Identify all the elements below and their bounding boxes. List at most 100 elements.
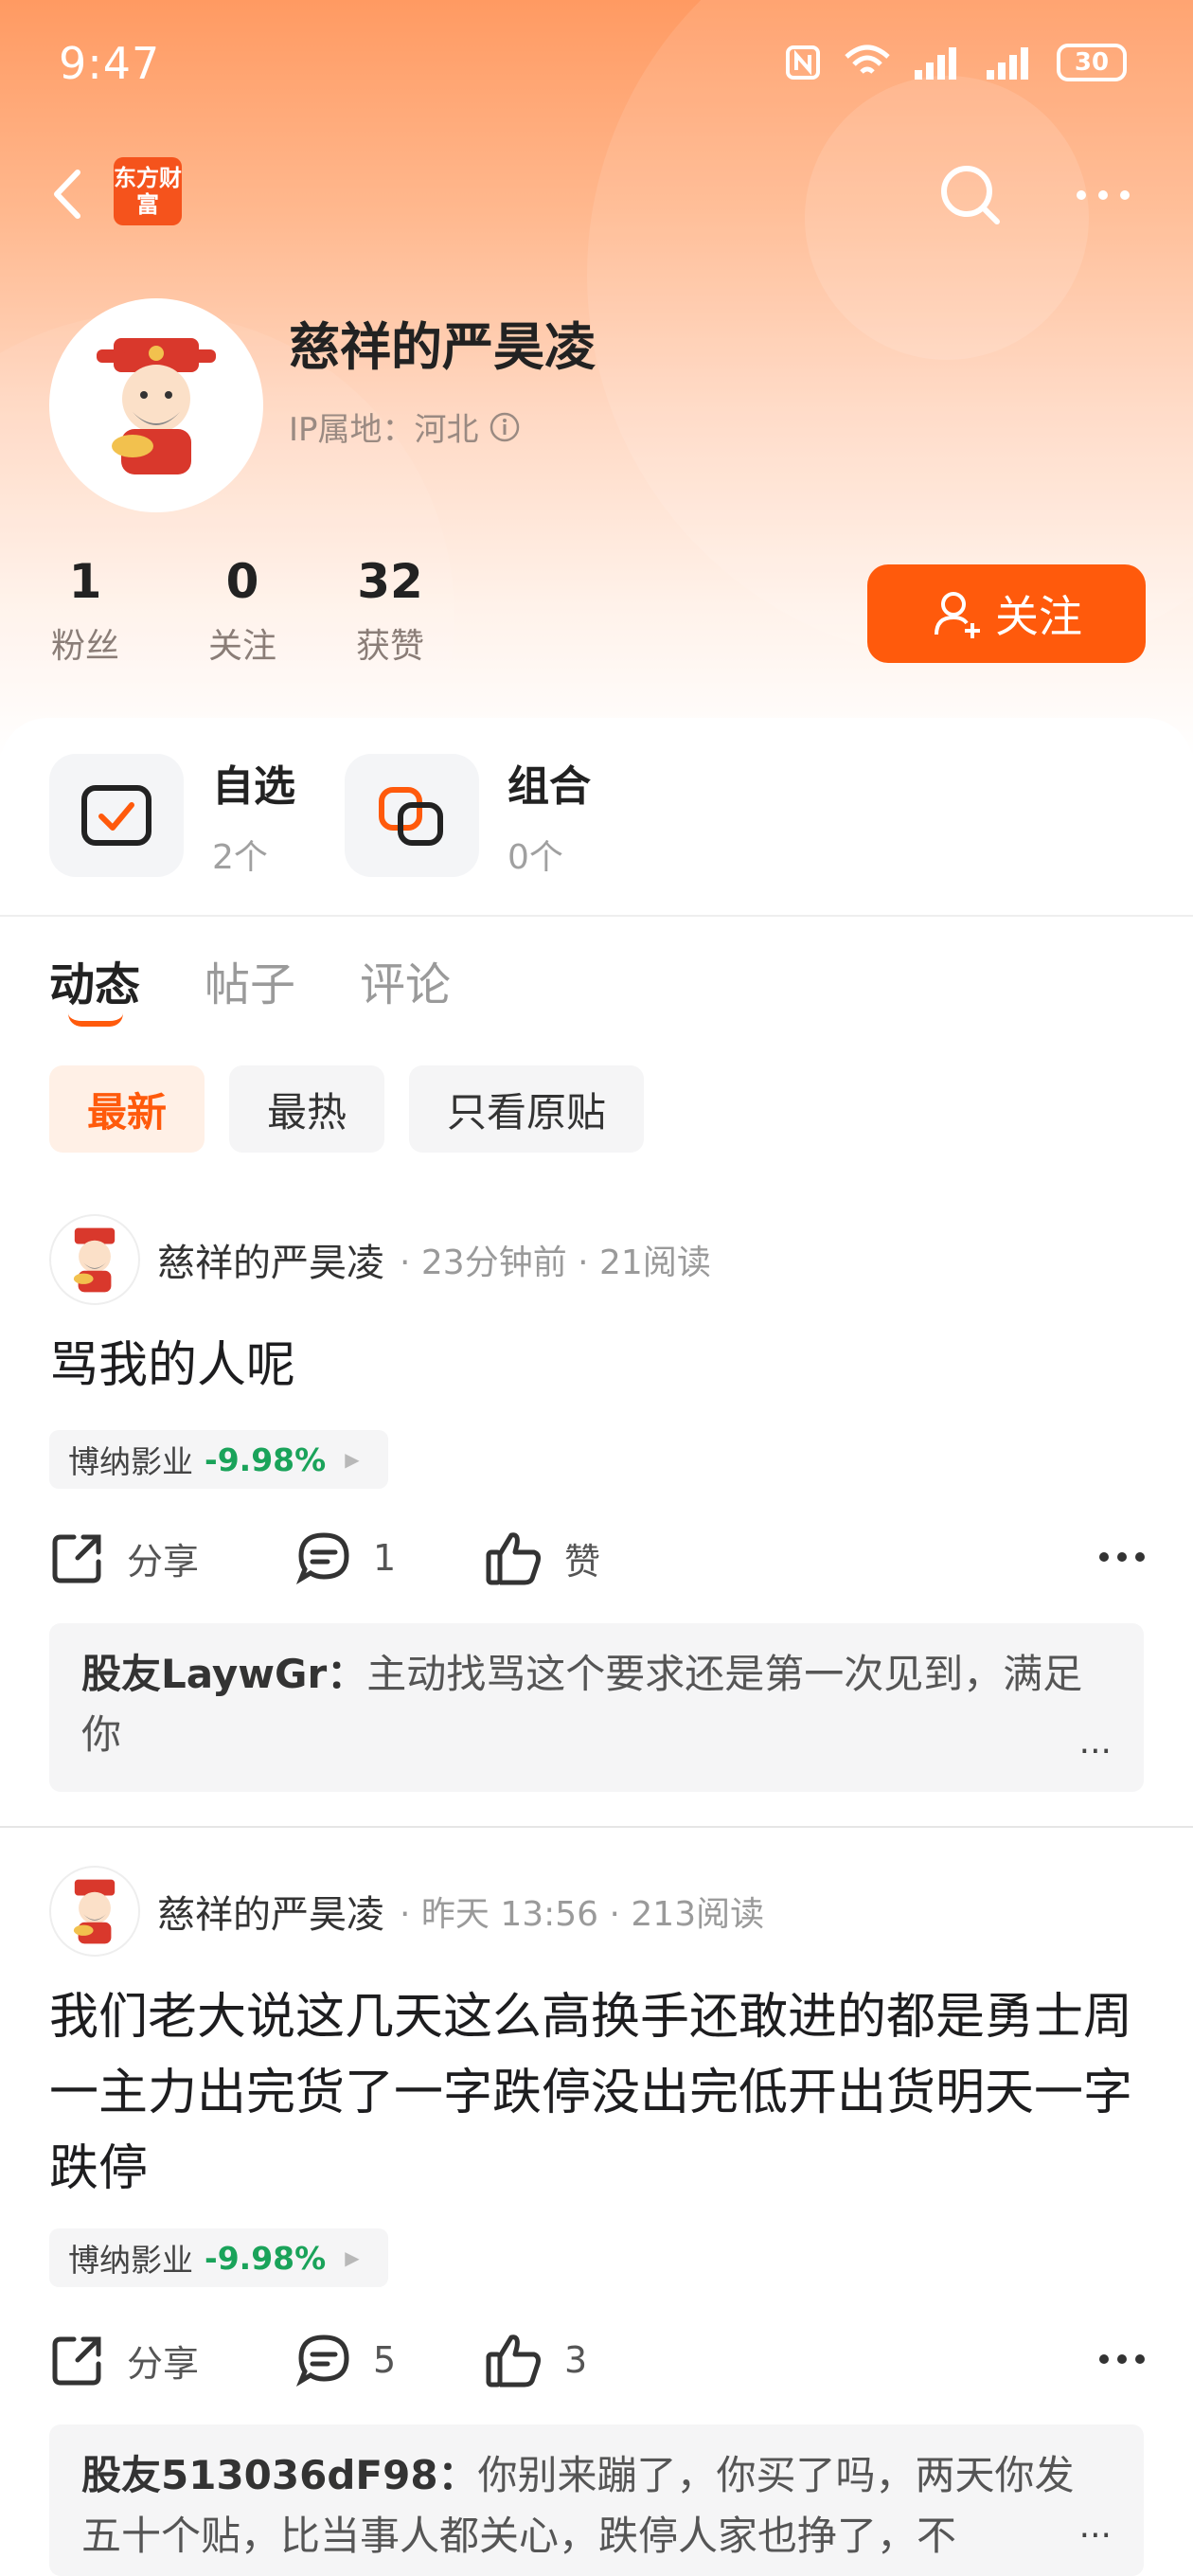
comment-user[interactable]: 股友LaywGr： [81, 1651, 366, 1697]
share-label: 分享 [127, 1540, 200, 1583]
stock-name: 博纳影业 [68, 2242, 193, 2279]
portfolio-icon [379, 787, 443, 846]
post-content[interactable]: 骂我的人呢 [49, 1328, 1148, 1404]
avatar-image [73, 1879, 116, 1944]
shortcut-count: 2个 [212, 838, 268, 877]
stat-value: 32 [357, 554, 423, 609]
like-button[interactable]: 3 [485, 2332, 587, 2388]
post-author[interactable]: 慈祥的严昊凌 [157, 1884, 384, 1939]
info-icon[interactable] [489, 411, 521, 443]
tab-label: 动态 [49, 958, 141, 1011]
stock-tag[interactable]: 博纳影业 -9.98% ▶ [49, 1430, 388, 1489]
nfc-icon [786, 45, 820, 80]
filter-chips: 最新 最热 只看原贴 [49, 1065, 645, 1153]
comment-preview[interactable]: 股友LaywGr：主动找骂这个要求还是第一次见到，满足你 ... [49, 1623, 1144, 1792]
shortcut-card: 自选 2个 组合 0个 [0, 718, 1193, 917]
filter-original-only[interactable]: 只看原贴 [409, 1065, 645, 1153]
back-icon [54, 170, 80, 219]
search-button[interactable] [933, 157, 1008, 233]
comment-preview[interactable]: 股友513036dF98：你别来蹦了，你买了吗，两天你发五十个贴，比当事人都关心… [49, 2424, 1144, 2576]
share-label: 分享 [127, 2342, 200, 2385]
watchlist-icon-box [49, 754, 184, 877]
tab-indicator [68, 1013, 123, 1027]
more-button[interactable] [1070, 167, 1136, 224]
portfolio-icon-box [345, 754, 479, 877]
chevron-right-icon: ▶ [345, 1448, 360, 1471]
post-more-button[interactable] [1096, 2334, 1148, 2388]
navbar: 东方财富 [0, 142, 1193, 246]
share-button[interactable]: 分享 [49, 1530, 295, 1586]
back-button[interactable] [42, 161, 98, 227]
stock-change: -9.98% [205, 2239, 327, 2277]
profile-name: 慈祥的严昊凌 [289, 317, 596, 377]
avatar[interactable] [49, 1866, 140, 1957]
shortcut-portfolio[interactable]: 组合 0个 [345, 752, 591, 879]
like-label: 赞 [564, 1540, 601, 1583]
expand-ellipsis[interactable]: ... [1079, 1712, 1112, 1773]
post-divider [0, 1826, 1193, 1828]
stat-likes[interactable]: 32 获赞 [316, 554, 464, 668]
stat-label: 关注 [207, 627, 276, 666]
stock-name: 博纳影业 [68, 1443, 193, 1480]
stat-value: 1 [68, 554, 102, 609]
comment-count: 1 [373, 1537, 397, 1579]
ip-location-text: IP属地：河北 [289, 411, 479, 449]
post-more-button[interactable] [1096, 1531, 1148, 1586]
content-tabs: 动态 帖子 评论 [49, 947, 451, 1027]
clock: 9:47 [59, 38, 161, 89]
battery-indicator: 30 [1057, 44, 1127, 81]
tab-posts[interactable]: 帖子 [205, 947, 295, 1013]
app-logo[interactable]: 东方财富 [114, 157, 182, 225]
share-icon [52, 1534, 101, 1583]
share-button[interactable]: 分享 [49, 2332, 295, 2388]
ip-location: IP属地：河北 [289, 403, 521, 450]
post-actions: 分享 1 赞 [49, 1520, 1148, 1596]
profile-avatar[interactable] [49, 298, 263, 512]
comment-count: 5 [373, 2339, 397, 2381]
follow-button[interactable]: 关注 [867, 564, 1146, 663]
tab-label: 帖子 [205, 958, 296, 1011]
comment-button[interactable]: 5 [295, 2332, 485, 2388]
stat-value: 0 [225, 554, 259, 609]
post-meta: · 23分钟前 · 21阅读 [400, 1243, 711, 1282]
add-user-icon [935, 592, 980, 638]
search-icon [941, 166, 1000, 224]
shortcut-watchlist[interactable]: 自选 2个 [49, 752, 295, 879]
signal-icon [987, 47, 1028, 80]
comment-user[interactable]: 股友513036dF98： [81, 2452, 478, 2498]
profile-stats: 1 粉丝 0 关注 32 获赞 [49, 554, 464, 668]
stat-label: 获赞 [355, 627, 424, 666]
stat-following[interactable]: 0 关注 [169, 554, 316, 668]
tab-comments[interactable]: 评论 [360, 947, 451, 1013]
post-author[interactable]: 慈祥的严昊凌 [157, 1232, 384, 1287]
stock-change: -9.98% [205, 1440, 327, 1478]
stat-label: 粉丝 [50, 627, 119, 666]
expand-ellipsis[interactable]: ... [1078, 2496, 1112, 2557]
chevron-right-icon: ▶ [345, 2246, 360, 2269]
check-icon [81, 785, 151, 846]
filter-hot[interactable]: 最热 [229, 1065, 385, 1153]
tab-label: 评论 [360, 958, 452, 1011]
shortcut-count: 0个 [507, 838, 563, 877]
post-header: 慈祥的严昊凌 · 23分钟前 · 21阅读 [49, 1214, 711, 1305]
stock-tag[interactable]: 博纳影业 -9.98% ▶ [49, 2228, 388, 2287]
post-content[interactable]: 我们老大说这几天这么高换手还敢进的都是勇士周一主力出完货了一字跌停没出完低开出货… [49, 1979, 1148, 2207]
more-icon [1077, 190, 1130, 200]
stat-followers[interactable]: 1 粉丝 [49, 554, 121, 668]
shortcut-title: 组合 [507, 762, 591, 811]
more-icon [1099, 2354, 1145, 2364]
comment-button[interactable]: 1 [295, 1530, 485, 1586]
share-icon [52, 2336, 101, 2386]
more-icon [1099, 1552, 1145, 1562]
status-bar: 9:47 30 [0, 0, 1193, 142]
post-meta: · 昨天 13:56 · 213阅读 [400, 1895, 765, 1934]
like-button[interactable]: 赞 [485, 1530, 600, 1586]
avatar[interactable] [49, 1214, 140, 1305]
signal-icon [915, 47, 956, 80]
like-icon [486, 2334, 541, 2388]
tab-activity[interactable]: 动态 [49, 947, 141, 1027]
like-icon [486, 1532, 541, 1585]
follow-label: 关注 [995, 591, 1082, 642]
comment-icon [295, 2334, 349, 2387]
filter-latest[interactable]: 最新 [49, 1065, 205, 1153]
